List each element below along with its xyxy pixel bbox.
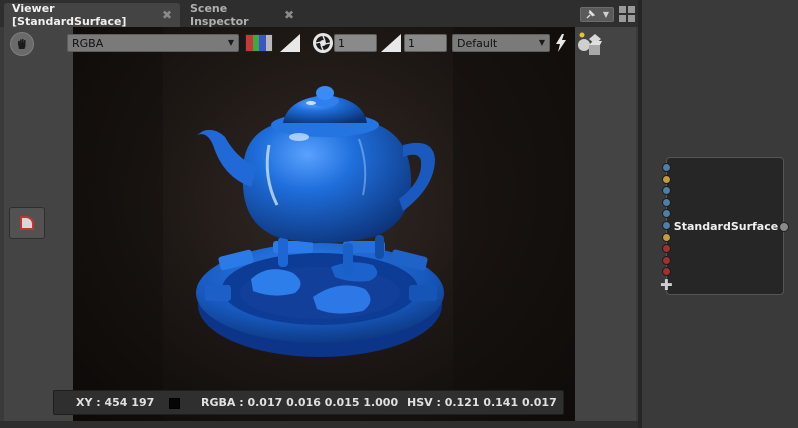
lightning-icon[interactable] bbox=[555, 34, 567, 52]
pixel-hsv-readout: HSV : 0.121 0.141 0.017 bbox=[407, 396, 557, 409]
pixel-rgba-readout: RGBA : 0.017 0.016 0.015 1.000 bbox=[201, 396, 399, 409]
channel-select-value: RGBA bbox=[72, 36, 104, 50]
chevron-down-icon: ▼ bbox=[227, 38, 234, 47]
node-editor[interactable]: StandardSurface ✚ bbox=[642, 0, 798, 428]
teapot-knob bbox=[316, 86, 334, 100]
panel-bottom-edge bbox=[0, 421, 638, 428]
channel-select[interactable]: RGBA ▼ bbox=[67, 34, 239, 52]
node-input-port[interactable] bbox=[662, 244, 671, 254]
node-title: StandardSurface bbox=[673, 220, 779, 233]
channel-toggle-strip[interactable] bbox=[245, 34, 273, 52]
gamma-field[interactable]: 1 bbox=[404, 34, 447, 52]
exposure-field[interactable]: 1 bbox=[334, 34, 377, 52]
node-input-port[interactable] bbox=[662, 197, 671, 207]
tab-viewer[interactable]: Viewer [StandardSurface] ✖ bbox=[4, 2, 180, 28]
chevron-down-icon: ▼ bbox=[538, 38, 545, 47]
viewer-panel: RGBA ▼ 1 1 Default ▼ XY : 454 197 RGBA :… bbox=[4, 27, 636, 421]
hand-tool-button[interactable] bbox=[10, 32, 34, 56]
pin-dropdown-button[interactable]: ▼ bbox=[580, 7, 614, 22]
hand-icon bbox=[18, 39, 26, 49]
node-input-port[interactable] bbox=[662, 232, 671, 242]
material-swatch-icon bbox=[20, 216, 34, 230]
pixel-info-bar: XY : 454 197 RGBA : 0.017 0.016 0.015 1.… bbox=[53, 390, 564, 415]
close-icon[interactable]: ✖ bbox=[162, 8, 172, 22]
node-input-port[interactable] bbox=[662, 163, 671, 172]
cursor-coordinates: XY : 454 197 bbox=[76, 396, 155, 409]
node-input-port[interactable] bbox=[662, 186, 671, 196]
gamma-ramp-icon[interactable] bbox=[381, 34, 401, 52]
tab-viewer-label: Viewer [StandardSurface] bbox=[12, 2, 127, 28]
standard-surface-node[interactable]: StandardSurface ✚ bbox=[660, 157, 789, 295]
primitives-icon[interactable] bbox=[576, 31, 602, 57]
close-icon[interactable]: ✖ bbox=[284, 8, 294, 22]
tab-scene-inspector-label: Scene Inspector bbox=[190, 2, 249, 28]
aperture-icon[interactable] bbox=[313, 33, 333, 53]
render-viewport[interactable] bbox=[73, 27, 575, 421]
view-transform-value: Default bbox=[457, 36, 498, 50]
node-input-port[interactable] bbox=[662, 209, 671, 219]
node-input-port[interactable] bbox=[662, 255, 671, 265]
chevron-down-icon: ▼ bbox=[602, 10, 610, 19]
node-input-port[interactable] bbox=[662, 174, 671, 184]
teapot-render bbox=[73, 27, 575, 421]
add-port-icon[interactable]: ✚ bbox=[660, 278, 673, 293]
tab-scene-inspector[interactable]: Scene Inspector ✖ bbox=[182, 2, 302, 28]
material-preview-button[interactable] bbox=[9, 207, 45, 239]
grid-layout-icon[interactable] bbox=[619, 6, 635, 22]
pixel-color-swatch bbox=[169, 398, 180, 409]
tab-bar: Viewer [StandardSurface] ✖ Scene Inspect… bbox=[0, 0, 638, 28]
gain-ramp-icon[interactable] bbox=[280, 34, 300, 52]
pin-icon bbox=[586, 9, 595, 18]
node-output-port[interactable] bbox=[779, 222, 789, 232]
view-transform-select[interactable]: Default ▼ bbox=[452, 34, 550, 52]
